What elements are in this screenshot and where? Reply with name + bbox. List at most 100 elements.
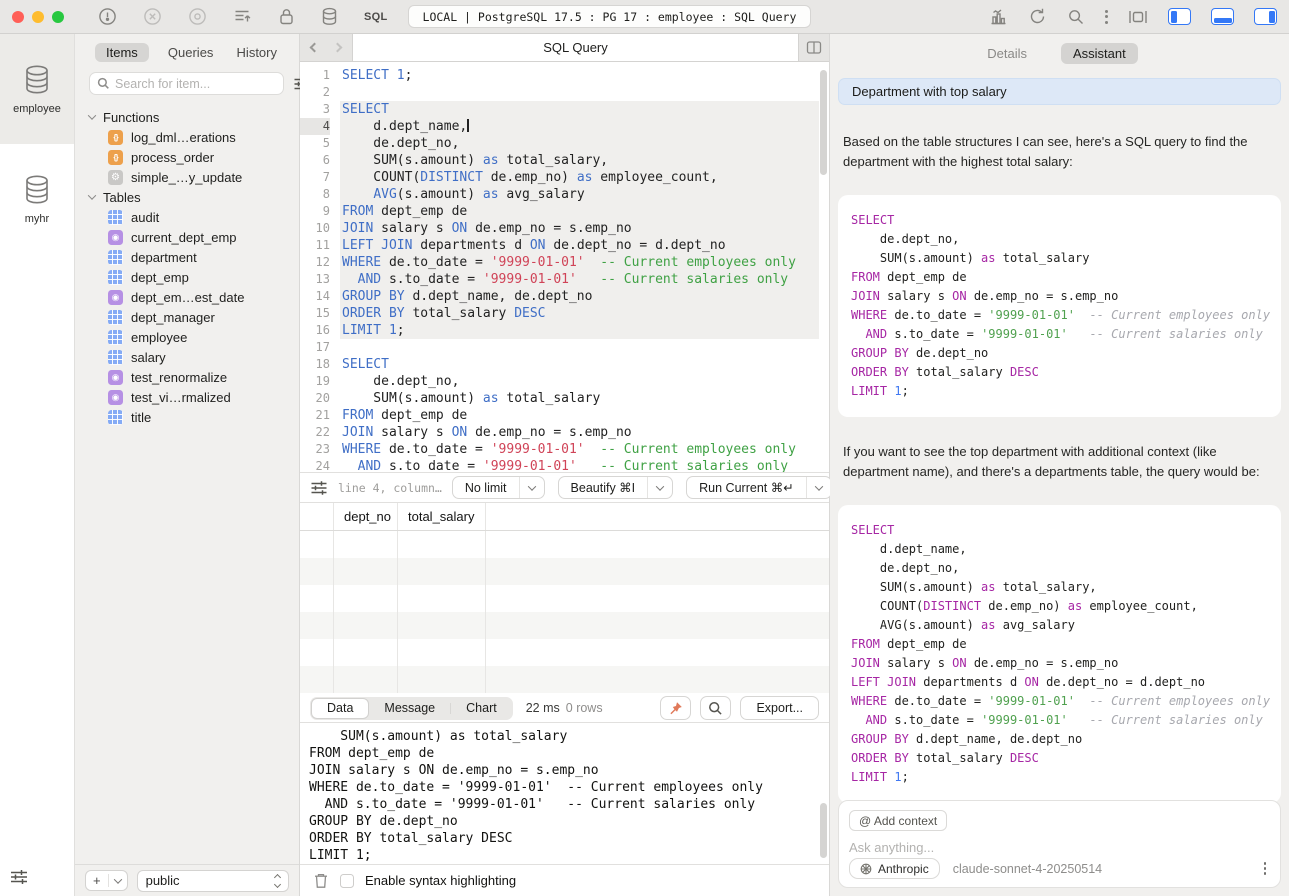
tree-item-test-renormalize[interactable]: ◉test_renormalize [89,367,299,387]
table-row[interactable] [300,666,829,693]
connection-employee[interactable]: employee [0,34,74,144]
preview-scrollbar[interactable] [820,803,827,858]
preview-eye-icon[interactable] [188,7,207,26]
table-row[interactable] [300,531,829,558]
connection-title[interactable]: LOCAL | PostgreSQL 17.5 : PG 17 : employ… [408,5,812,28]
tab-sql-query[interactable]: SQL Query [352,34,799,61]
add-item-button[interactable]: + [85,870,128,891]
filter-sliders-icon[interactable] [9,867,29,887]
sql-editor[interactable]: 123456789101112131415161718192021222324 … [300,62,829,472]
disconnect-icon[interactable] [143,7,162,26]
tab-history[interactable]: History [233,43,281,62]
conversation-title-banner[interactable]: Department with top salary [838,78,1281,105]
table-icon [108,310,123,325]
connection-power-icon[interactable] [98,7,117,26]
tab-queries[interactable]: Queries [164,43,218,62]
tab-chart[interactable]: Chart [451,698,512,719]
column-header-dept-no[interactable]: dept_no [334,503,398,530]
chevron-down-icon [113,875,121,883]
toggle-bottom-panel-button[interactable] [1211,8,1234,25]
code-line: SUM(s.amount) as total_salary [851,249,1268,268]
tree-item-dept-em-est-date[interactable]: ◉dept_em…est_date [89,287,299,307]
connection-label: employee [13,103,61,115]
forward-icon[interactable] [333,43,343,53]
trash-icon[interactable] [313,872,329,889]
tree-item-log-dml-erations[interactable]: {}log_dml…erations [89,127,299,147]
line-number: 2 [300,84,330,101]
tree-item-process-order[interactable]: {}process_order [89,147,299,167]
tab-assistant[interactable]: Assistant [1061,43,1138,64]
line-number: 7 [300,169,330,186]
tree-item-label: employee [131,330,187,345]
tree-item-audit[interactable]: audit [89,207,299,227]
tab-items[interactable]: Items [95,43,149,62]
provider-selector[interactable]: Anthropic [849,858,940,879]
tab-message[interactable]: Message [369,698,450,719]
tree-item-label: title [131,410,151,425]
assistant-code-block-2[interactable]: SELECT d.dept_name, de.dept_no, SUM(s.am… [838,505,1281,803]
elapsed-time: 22 ms [526,701,560,715]
toggle-left-panel-button[interactable] [1168,8,1191,25]
assistant-message-intro: Based on the table structures I can see,… [843,132,1279,171]
tree-item-label: dept_emp [131,270,189,285]
composer-more-icon[interactable] [1264,862,1271,875]
assistant-code-block-1[interactable]: SELECT de.dept_no, SUM(s.amount) as tota… [838,195,1281,417]
query-preview[interactable]: SUM(s.amount) as total_salaryFROM dept_e… [300,722,829,864]
code-line: COUNT(DISTINCT de.emp_no) as employee_co… [851,597,1268,616]
zoom-window-button[interactable] [52,11,64,23]
chart-icon[interactable] [989,8,1008,26]
tab-data[interactable]: Data [311,698,369,719]
connection-myhr[interactable]: myhr [0,144,74,254]
import-icon[interactable] [233,8,252,25]
refresh-icon[interactable] [1028,7,1047,26]
item-search-box[interactable] [89,72,284,95]
tab-details[interactable]: Details [981,43,1033,64]
table-row[interactable] [300,612,829,639]
tree-item-dept-manager[interactable]: dept_manager [89,307,299,327]
window-center-icon[interactable] [1128,9,1148,25]
minimize-window-button[interactable] [32,11,44,23]
lock-icon[interactable] [278,7,295,26]
syntax-highlighting-checkbox[interactable] [340,874,354,888]
code-area[interactable]: SELECT 1;SELECT d.dept_name, de.dept_no,… [340,67,829,472]
export-button[interactable]: Export... [740,696,819,720]
search-icon[interactable] [1067,8,1085,26]
line-number: 18 [300,356,330,373]
add-context-chip[interactable]: @ Add context [849,810,947,831]
tree-section-tables[interactable]: Tables [89,187,299,207]
editor-scrollbar[interactable] [820,70,827,175]
limit-dropdown[interactable]: No limit [452,476,545,499]
column-header-total-salary[interactable]: total_salary [398,503,486,530]
code-line: GROUP BY d.dept_name, de.dept_no [340,288,819,305]
table-row[interactable] [300,558,829,585]
tree-item-current-dept-emp[interactable]: ◉current_dept_emp [89,227,299,247]
pin-button[interactable] [660,696,691,720]
tree-item-salary[interactable]: salary [89,347,299,367]
provider-logo-icon [860,863,872,875]
database-icon [22,174,52,206]
database-icon[interactable] [321,7,338,26]
tree-item-department[interactable]: department [89,247,299,267]
close-window-button[interactable] [12,11,24,23]
table-row[interactable] [300,639,829,666]
tree-section-functions[interactable]: Functions [89,107,299,127]
sql-mode-label: SQL [364,11,388,23]
tree-item-simple-y-update[interactable]: ⚙simple_…y_update [89,167,299,187]
beautify-button[interactable]: Beautify ⌘I [558,476,674,499]
table-row[interactable] [300,585,829,612]
toggle-right-panel-button[interactable] [1254,8,1277,25]
tree-item-test-vi-rmalized[interactable]: ◉test_vi…rmalized [89,387,299,407]
run-current-button[interactable]: Run Current ⌘↵ [686,476,832,499]
search-results-button[interactable] [700,696,731,720]
back-icon[interactable] [310,43,320,53]
ask-input[interactable] [849,840,1270,855]
tree-item-title[interactable]: title [89,407,299,427]
tree-item-dept-emp[interactable]: dept_emp [89,267,299,287]
results-view-switch: Data Message Chart [310,697,513,720]
schema-select[interactable]: public [137,870,289,892]
tree-item-employee[interactable]: employee [89,327,299,347]
split-view-icon[interactable] [799,34,829,61]
search-input[interactable] [115,77,276,91]
filter-sliders-icon[interactable] [310,479,328,497]
more-options-icon[interactable] [1105,10,1108,24]
